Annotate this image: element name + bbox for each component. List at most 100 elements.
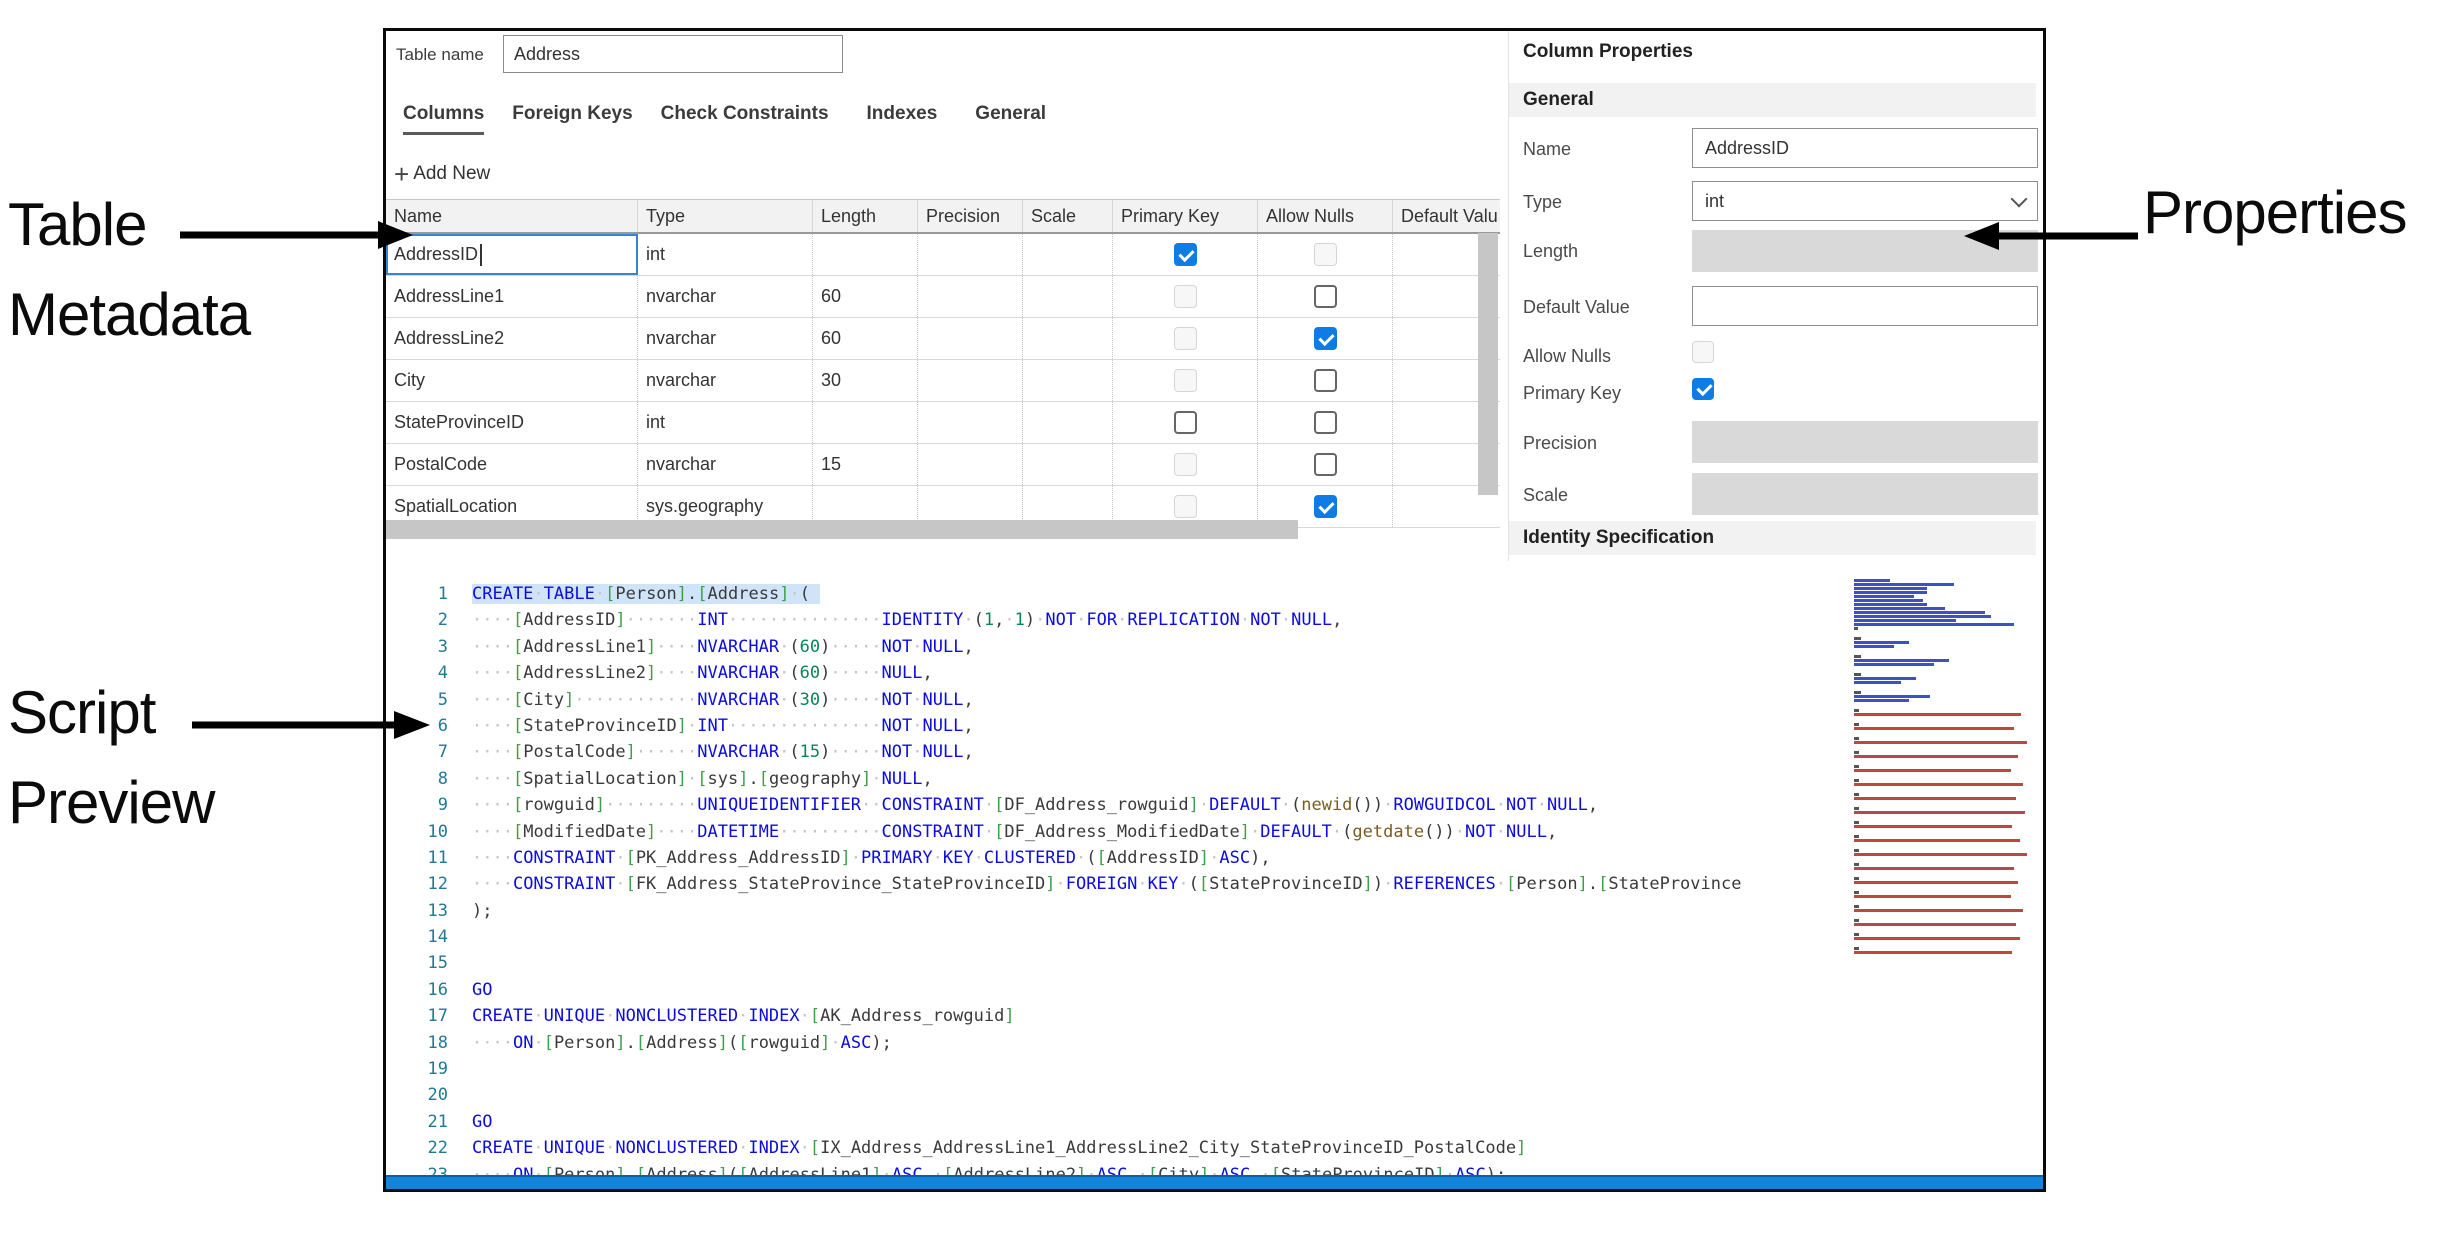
- cell-scale[interactable]: [1023, 444, 1113, 485]
- prop-name-input[interactable]: [1692, 128, 2038, 168]
- cell-name[interactable]: City: [386, 360, 638, 401]
- cell-type[interactable]: nvarchar: [638, 360, 813, 401]
- table-row[interactable]: PostalCodenvarchar15: [386, 444, 1500, 486]
- cell-allow-nulls[interactable]: [1258, 318, 1393, 359]
- cell-name[interactable]: StateProvinceID: [386, 402, 638, 443]
- col-header-scale[interactable]: Scale: [1023, 200, 1113, 232]
- col-header-precision[interactable]: Precision: [918, 200, 1023, 232]
- cell-allow-nulls[interactable]: [1258, 402, 1393, 443]
- prop-type-select[interactable]: int: [1692, 181, 2038, 221]
- table-row[interactable]: Citynvarchar30: [386, 360, 1500, 402]
- cell-name[interactable]: AddressLine2: [386, 318, 638, 359]
- cell-scale[interactable]: [1023, 360, 1113, 401]
- cell-precision[interactable]: [918, 318, 1023, 359]
- cell-length[interactable]: 15: [813, 444, 918, 485]
- tab-indexes[interactable]: Indexes: [867, 103, 938, 135]
- script-line[interactable]: 17CREATE·UNIQUE·NONCLUSTERED·INDEX·[AK_A…: [386, 1003, 1848, 1029]
- col-header-type[interactable]: Type: [638, 200, 813, 232]
- table-row[interactable]: AddressLine1nvarchar60: [386, 276, 1500, 318]
- cell-type[interactable]: int: [638, 234, 813, 275]
- cell-precision[interactable]: [918, 276, 1023, 317]
- table-row[interactable]: StateProvinceIDint: [386, 402, 1500, 444]
- col-header-allow-nulls[interactable]: Allow Nulls: [1258, 200, 1393, 232]
- cell-primary-key[interactable]: [1113, 360, 1258, 401]
- cell-scale[interactable]: [1023, 318, 1113, 359]
- script-line[interactable]: 14: [386, 924, 1848, 950]
- tab-check-constraints[interactable]: Check Constraints: [661, 103, 829, 135]
- cell-allow-nulls[interactable]: [1258, 276, 1393, 317]
- table-name-input[interactable]: [503, 35, 843, 73]
- cell-name[interactable]: AddressLine1: [386, 276, 638, 317]
- script-line[interactable]: 2····[AddressID]·······INT··············…: [386, 607, 1848, 633]
- script-line[interactable]: 22CREATE·UNIQUE·NONCLUSTERED·INDEX·[IX_A…: [386, 1135, 1848, 1161]
- cell-type[interactable]: int: [638, 402, 813, 443]
- allow-nulls-checkbox[interactable]: [1314, 453, 1337, 476]
- cell-scale[interactable]: [1023, 234, 1113, 275]
- cell-name[interactable]: PostalCode: [386, 444, 638, 485]
- cell-precision[interactable]: [918, 402, 1023, 443]
- cell-type[interactable]: nvarchar: [638, 276, 813, 317]
- allow-nulls-checkbox[interactable]: [1314, 495, 1337, 518]
- script-line[interactable]: 11····CONSTRAINT·[PK_Address_AddressID]·…: [386, 845, 1848, 871]
- cell-length[interactable]: [813, 234, 918, 275]
- col-header-default-value[interactable]: Default Valu: [1393, 200, 1500, 232]
- script-line[interactable]: 5····[City]············NVARCHAR·(30)····…: [386, 687, 1848, 713]
- section-identity-specification[interactable]: Identity Specification: [1509, 521, 2036, 555]
- table-row[interactable]: AddressLine2nvarchar60: [386, 318, 1500, 360]
- tab-foreign-keys[interactable]: Foreign Keys: [512, 103, 632, 135]
- cell-primary-key[interactable]: [1113, 444, 1258, 485]
- cell-precision[interactable]: [918, 234, 1023, 275]
- cell-primary-key[interactable]: [1113, 234, 1258, 275]
- section-general[interactable]: General: [1509, 83, 2036, 117]
- cell-precision[interactable]: [918, 444, 1023, 485]
- prop-default-value-input[interactable]: [1692, 286, 2038, 326]
- prop-primary-key-checkbox[interactable]: [1692, 378, 1714, 400]
- col-header-length[interactable]: Length: [813, 200, 918, 232]
- script-line[interactable]: 18····ON·[Person].[Address]([rowguid]·AS…: [386, 1030, 1848, 1056]
- script-line[interactable]: 8····[SpatialLocation]·[sys].[geography]…: [386, 766, 1848, 792]
- cell-allow-nulls[interactable]: [1258, 444, 1393, 485]
- cell-allow-nulls[interactable]: [1258, 234, 1393, 275]
- cell-type[interactable]: nvarchar: [638, 444, 813, 485]
- cell-name[interactable]: AddressID: [386, 234, 638, 275]
- grid-vertical-scrollbar[interactable]: [1478, 233, 1498, 495]
- primary-key-checkbox[interactable]: [1174, 411, 1197, 434]
- allow-nulls-checkbox[interactable]: [1314, 327, 1337, 350]
- script-line[interactable]: 21GO: [386, 1109, 1848, 1135]
- script-line[interactable]: 16GO: [386, 977, 1848, 1003]
- cell-length[interactable]: [813, 402, 918, 443]
- table-row[interactable]: AddressIDint: [386, 234, 1500, 276]
- col-header-primary-key[interactable]: Primary Key: [1113, 200, 1258, 232]
- col-header-name[interactable]: Name: [386, 200, 638, 232]
- script-line[interactable]: 10····[ModifiedDate]····DATETIME········…: [386, 819, 1848, 845]
- script-line[interactable]: 9····[rowguid]·········UNIQUEIDENTIFIER·…: [386, 792, 1848, 818]
- editor-minimap[interactable]: [1854, 579, 2036, 1024]
- cell-length[interactable]: 60: [813, 318, 918, 359]
- primary-key-checkbox[interactable]: [1174, 243, 1197, 266]
- tab-columns[interactable]: Columns: [403, 103, 484, 135]
- script-line[interactable]: 7····[PostalCode]······NVARCHAR·(15)····…: [386, 739, 1848, 765]
- allow-nulls-checkbox[interactable]: [1314, 369, 1337, 392]
- cell-primary-key[interactable]: [1113, 276, 1258, 317]
- cell-precision[interactable]: [918, 360, 1023, 401]
- script-line[interactable]: 3····[AddressLine1]····NVARCHAR·(60)····…: [386, 634, 1848, 660]
- cell-primary-key[interactable]: [1113, 318, 1258, 359]
- allow-nulls-checkbox[interactable]: [1314, 411, 1337, 434]
- script-line[interactable]: 20: [386, 1082, 1848, 1108]
- script-line[interactable]: 4····[AddressLine2]····NVARCHAR·(60)····…: [386, 660, 1848, 686]
- grid-horizontal-scrollbar[interactable]: [386, 520, 1298, 539]
- script-line[interactable]: 19: [386, 1056, 1848, 1082]
- cell-allow-nulls[interactable]: [1258, 360, 1393, 401]
- script-preview-editor[interactable]: 1CREATE·TABLE·[Person].[Address]·(2····[…: [386, 581, 1848, 1188]
- cell-length[interactable]: 60: [813, 276, 918, 317]
- script-line[interactable]: 1CREATE·TABLE·[Person].[Address]·(: [386, 581, 1848, 607]
- script-line[interactable]: 6····[StateProvinceID]·INT··············…: [386, 713, 1848, 739]
- cell-length[interactable]: 30: [813, 360, 918, 401]
- add-new-button[interactable]: + Add New: [394, 163, 490, 185]
- cell-type[interactable]: nvarchar: [638, 318, 813, 359]
- script-line[interactable]: 13);: [386, 898, 1848, 924]
- cell-scale[interactable]: [1023, 276, 1113, 317]
- tab-general[interactable]: General: [975, 103, 1046, 135]
- cell-scale[interactable]: [1023, 402, 1113, 443]
- script-line[interactable]: 15: [386, 950, 1848, 976]
